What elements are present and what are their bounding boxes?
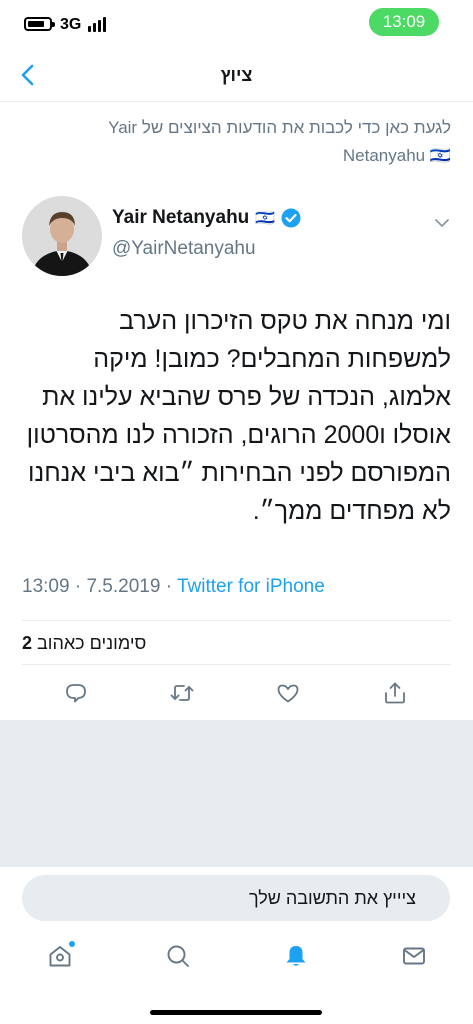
retweet-icon (170, 685, 194, 701)
meta-separator: · (74, 576, 82, 597)
page-title: ציוץ (220, 65, 253, 85)
tab-messages[interactable] (400, 942, 428, 970)
author-handle[interactable]: @YairNetanyahu (112, 238, 256, 260)
home-indicator[interactable] (150, 1010, 322, 1015)
author-name-text: Yair Netanyahu (112, 207, 250, 228)
tweet-actions (0, 680, 473, 714)
retweet-button[interactable] (169, 680, 195, 706)
signal-icon (88, 16, 106, 32)
replies-area (0, 720, 473, 866)
israel-flag-icon: 🇮🇱 (255, 210, 276, 227)
share-button[interactable] (382, 680, 408, 706)
tweet-options-button[interactable] (431, 212, 453, 234)
tweet-source-link[interactable]: Twitter for iPhone (177, 576, 325, 597)
status-bar: 3G 13:09 (0, 0, 473, 50)
avatar[interactable] (22, 196, 102, 276)
likes-count[interactable]: 2 סימונים כאהוב (22, 633, 146, 654)
like-icon (277, 684, 299, 703)
tab-search[interactable] (164, 942, 192, 970)
notification-toggle-banner[interactable]: לגעת כאן כדי לכבות את הודעות הציוצים של … (22, 114, 451, 170)
reply-icon (66, 684, 86, 703)
new-content-badge (68, 940, 76, 948)
reply-bar: ציייץ את התשובה שלך (0, 866, 473, 930)
tweet-date: 7.5.2019 (86, 576, 161, 597)
author-name[interactable]: Yair Netanyahu 🇮🇱 (112, 207, 301, 229)
reply-input[interactable]: ציייץ את התשובה שלך (22, 875, 450, 921)
tweet-meta: 13:09 · 7.5.2019 · Twitter for iPhone (22, 576, 325, 598)
likes-label: סימונים כאהוב (37, 633, 147, 653)
messages-icon (403, 947, 425, 965)
search-icon (167, 945, 189, 967)
notifications-icon (286, 946, 306, 966)
likes-number: 2 (22, 633, 33, 653)
status-time[interactable]: 13:09 (369, 8, 439, 36)
tweet-text: ומי מנחה את טקס הזיכרון הערב למשפחות המח… (26, 307, 451, 525)
reply-button[interactable] (63, 680, 89, 706)
chevron-down-icon (435, 219, 449, 227)
network-label: 3G (60, 16, 82, 33)
tab-home[interactable] (46, 940, 76, 970)
tweet-time: 13:09 (22, 576, 70, 597)
tab-bar (0, 930, 473, 990)
divider (22, 620, 451, 621)
tab-notifications[interactable] (282, 942, 310, 970)
divider (22, 664, 451, 665)
nav-bar: ציוץ (0, 50, 473, 102)
like-button[interactable] (275, 680, 301, 706)
verified-badge-icon (281, 208, 301, 228)
battery-icon (24, 17, 55, 31)
meta-separator: · (165, 576, 173, 597)
share-icon (385, 682, 405, 704)
